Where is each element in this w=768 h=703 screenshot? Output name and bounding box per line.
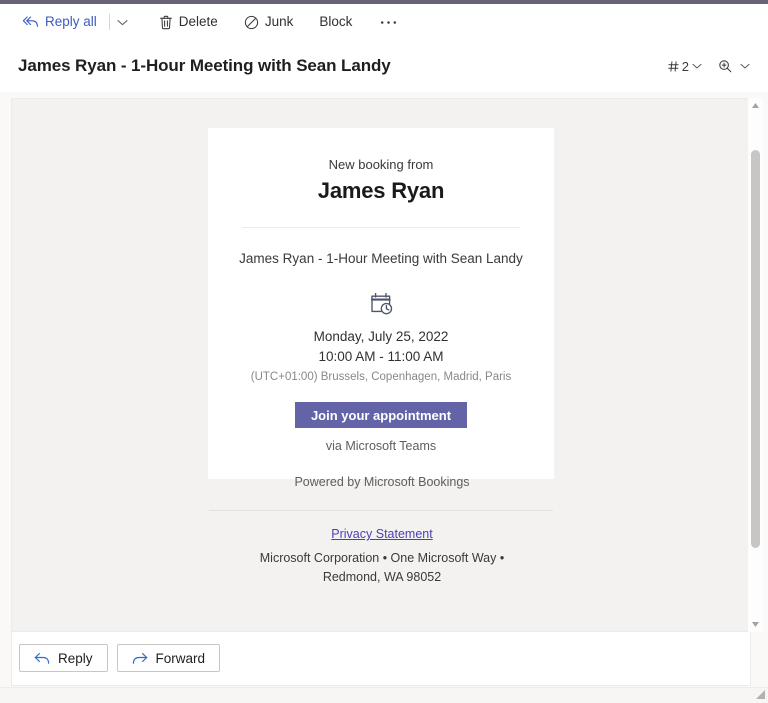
page-title: James Ryan - 1-Hour Meeting with Sean La… [18,56,391,75]
conversation-count-control[interactable]: 2 [664,56,706,77]
forward-arrow-icon [132,652,148,665]
command-bar-divider [108,14,110,30]
footer-address-line-2: Redmond, WA 98052 [322,570,442,585]
chevron-down-icon [117,19,128,26]
more-options-icon [380,20,397,25]
resize-grip-icon[interactable] [756,690,765,701]
trash-icon [159,15,173,30]
command-bar: Reply all Delete Junk Block [0,4,768,40]
subject-header: James Ryan - 1-Hour Meeting with Sean La… [0,40,768,92]
junk-label: Junk [264,14,294,30]
block-label: Block [319,14,353,30]
message-actions: Reply Forward [19,644,221,672]
magnifier-icon [718,59,732,73]
card-meeting-date: Monday, July 25, 2022 [313,329,449,345]
reply-arrow-icon [34,652,50,665]
privacy-statement-link[interactable]: Privacy Statement [331,527,432,541]
block-button[interactable]: Block [311,8,360,36]
forward-label: Forward [155,650,206,666]
card-meeting-subject: James Ryan - 1-Hour Meeting with Sean La… [239,251,523,267]
footer-address-line-1: Microsoft Corporation • One Microsoft Wa… [259,551,505,565]
reply-all-dropdown-button[interactable] [111,8,135,36]
scrollbar-down-arrow[interactable] [748,617,763,632]
window-bottom-strip [0,687,768,703]
block-circle-icon [244,15,259,30]
email-footer: Privacy Statement Microsoft Corporation … [12,525,750,586]
reading-pane-scrollbar[interactable] [748,98,763,632]
hash-icon [667,60,679,72]
card-via-label: via Microsoft Teams [325,439,437,454]
delete-button[interactable]: Delete [151,8,226,36]
reply-all-icon [22,15,39,29]
card-meeting-time: 10:00 AM - 11:00 AM [318,348,444,364]
mail-reading-window: Reply all Delete Junk Block James Ryan -… [0,0,768,703]
delete-label: Delete [178,14,218,30]
zoom-control[interactable] [714,56,754,76]
card-meeting-timezone: (UTC+01:00) Brussels, Copenhagen, Madrid… [250,371,512,384]
reply-button[interactable]: Reply [19,644,108,672]
reply-all-button[interactable]: Reply all [14,8,105,36]
card-kicker: New booking from [328,157,434,172]
more-options-button[interactable] [372,8,405,36]
reply-label: Reply [58,650,93,666]
chevron-down-icon [692,63,702,69]
card-booker-name: James Ryan [317,178,445,204]
subject-header-tools: 2 [664,56,754,77]
card-divider [242,227,520,229]
join-appointment-button[interactable]: Join your appointment [295,402,467,429]
scrollbar-thumb[interactable] [751,150,760,548]
reply-all-label: Reply all [45,14,97,30]
calendar-clock-icon [236,290,526,317]
forward-button[interactable]: Forward [116,644,221,672]
bookings-confirmation-card: New booking from James Ryan James Ryan -… [208,128,554,480]
email-body-pane: New booking from James Ryan James Ryan -… [11,98,751,632]
scrollbar-up-arrow[interactable] [748,98,763,113]
junk-button[interactable]: Junk [236,8,302,36]
chevron-down-icon [740,63,750,69]
powered-by-label: Powered by Microsoft Bookings [294,475,470,489]
message-count-label: 2 [681,58,689,74]
footer-divider [209,510,553,511]
